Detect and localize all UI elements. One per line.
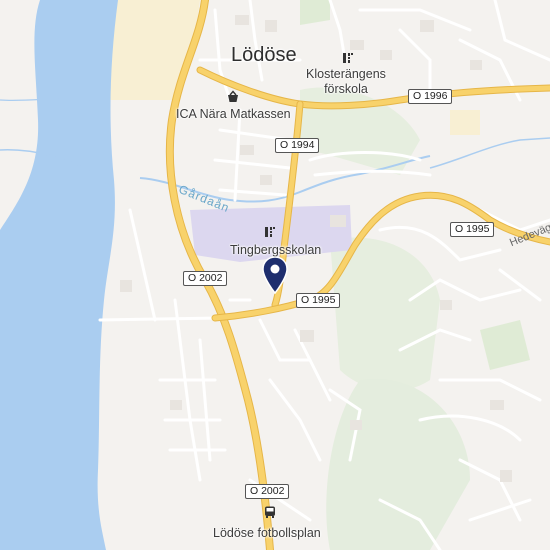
- school-icon[interactable]: [263, 225, 277, 244]
- route-shield: O 1996: [408, 89, 453, 104]
- route-shield: O 1995: [296, 293, 341, 308]
- stream: [429, 137, 550, 169]
- map-view[interactable]: Lödöse Gårdaån Hedeväge Klosterängens fö…: [0, 0, 550, 550]
- green-area: [480, 320, 530, 370]
- sand-area: [450, 110, 480, 135]
- river-water: [0, 0, 118, 550]
- route-shield: O 1994: [275, 138, 320, 153]
- green-area: [300, 0, 330, 25]
- poi-label-ica[interactable]: ICA Nära Matkassen: [176, 107, 291, 122]
- poi-label-fotbollsplan[interactable]: Lödöse fotbollsplan: [213, 526, 321, 541]
- poi-label-klosterangens[interactable]: Klosterängens förskola: [306, 67, 386, 97]
- route-shield: O 2002: [245, 484, 290, 499]
- green-area: [326, 378, 470, 550]
- bus-icon[interactable]: [263, 505, 277, 524]
- route-shield: O 1995: [450, 222, 495, 237]
- place-label: Lödöse: [231, 44, 297, 66]
- route-shield: O 2002: [183, 271, 228, 286]
- sand-area: [105, 0, 200, 100]
- location-pin-icon[interactable]: [260, 256, 290, 299]
